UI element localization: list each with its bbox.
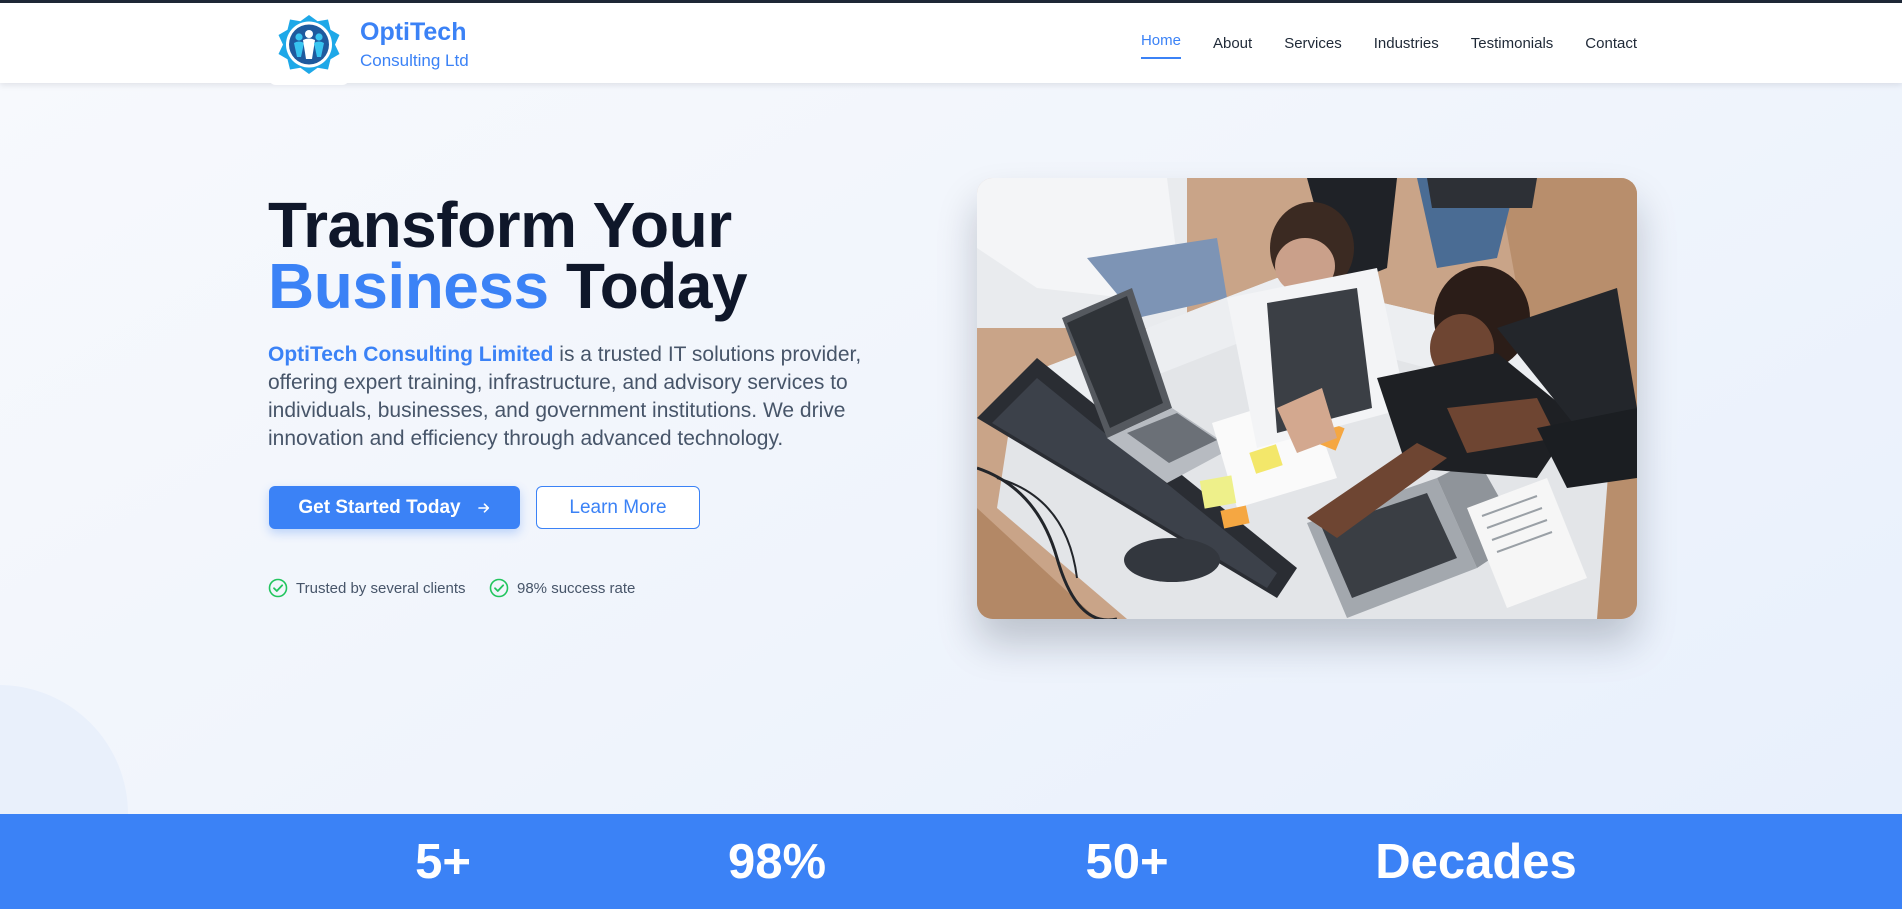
trust-badge-success-rate: 98% success rate bbox=[489, 578, 635, 598]
nav-about[interactable]: About bbox=[1213, 31, 1252, 56]
stat-value: 50+ bbox=[1085, 835, 1169, 889]
stat-value: 98% bbox=[727, 835, 827, 889]
main-nav: Home About Services Industries Testimoni… bbox=[1140, 3, 1637, 83]
brand-subtitle: Consulting Ltd bbox=[360, 51, 469, 70]
headline-rest: Today bbox=[548, 250, 748, 322]
hero-description: OptiTech Consulting Limited is a trusted… bbox=[268, 341, 883, 453]
trust-badge-clients-label: Trusted by several clients bbox=[296, 579, 466, 597]
trust-badge-success-label: 98% success rate bbox=[517, 579, 636, 597]
decorative-circle bbox=[0, 685, 128, 814]
stats-band: 5+ 98% 50+ Decades bbox=[0, 814, 1902, 909]
brand-name[interactable]: OptiTech bbox=[360, 18, 466, 47]
logo-icon bbox=[278, 15, 340, 74]
stat-value: 5+ bbox=[415, 835, 471, 889]
get-started-button[interactable]: Get Started Today bbox=[269, 486, 520, 529]
trust-badge-clients: Trusted by several clients bbox=[268, 578, 466, 598]
headline-accent: Business bbox=[268, 250, 549, 322]
team-meeting-photo bbox=[977, 178, 1637, 619]
arrow-right-icon bbox=[477, 502, 489, 513]
learn-more-label: Learn More bbox=[569, 496, 667, 518]
company-name-highlight: OptiTech Consulting Limited bbox=[268, 343, 554, 366]
site-header: OptiTech Consulting Ltd Home About Servi… bbox=[0, 3, 1902, 85]
hero-image bbox=[977, 178, 1637, 619]
check-circle-icon bbox=[489, 578, 509, 598]
check-circle-icon bbox=[268, 578, 288, 598]
nav-testimonials[interactable]: Testimonials bbox=[1471, 31, 1554, 56]
hero-section: Transform Your Business Today OptiTech C… bbox=[0, 83, 1902, 814]
learn-more-button[interactable]: Learn More bbox=[536, 486, 700, 529]
stat-value: Decades bbox=[1375, 835, 1577, 889]
get-started-label: Get Started Today bbox=[298, 496, 461, 518]
nav-services[interactable]: Services bbox=[1284, 31, 1342, 56]
nav-industries[interactable]: Industries bbox=[1374, 31, 1439, 56]
logo[interactable] bbox=[268, 5, 350, 85]
nav-home[interactable]: Home bbox=[1140, 28, 1181, 59]
hero-headline: Transform Your Business Today bbox=[268, 193, 748, 318]
nav-contact[interactable]: Contact bbox=[1585, 31, 1637, 56]
